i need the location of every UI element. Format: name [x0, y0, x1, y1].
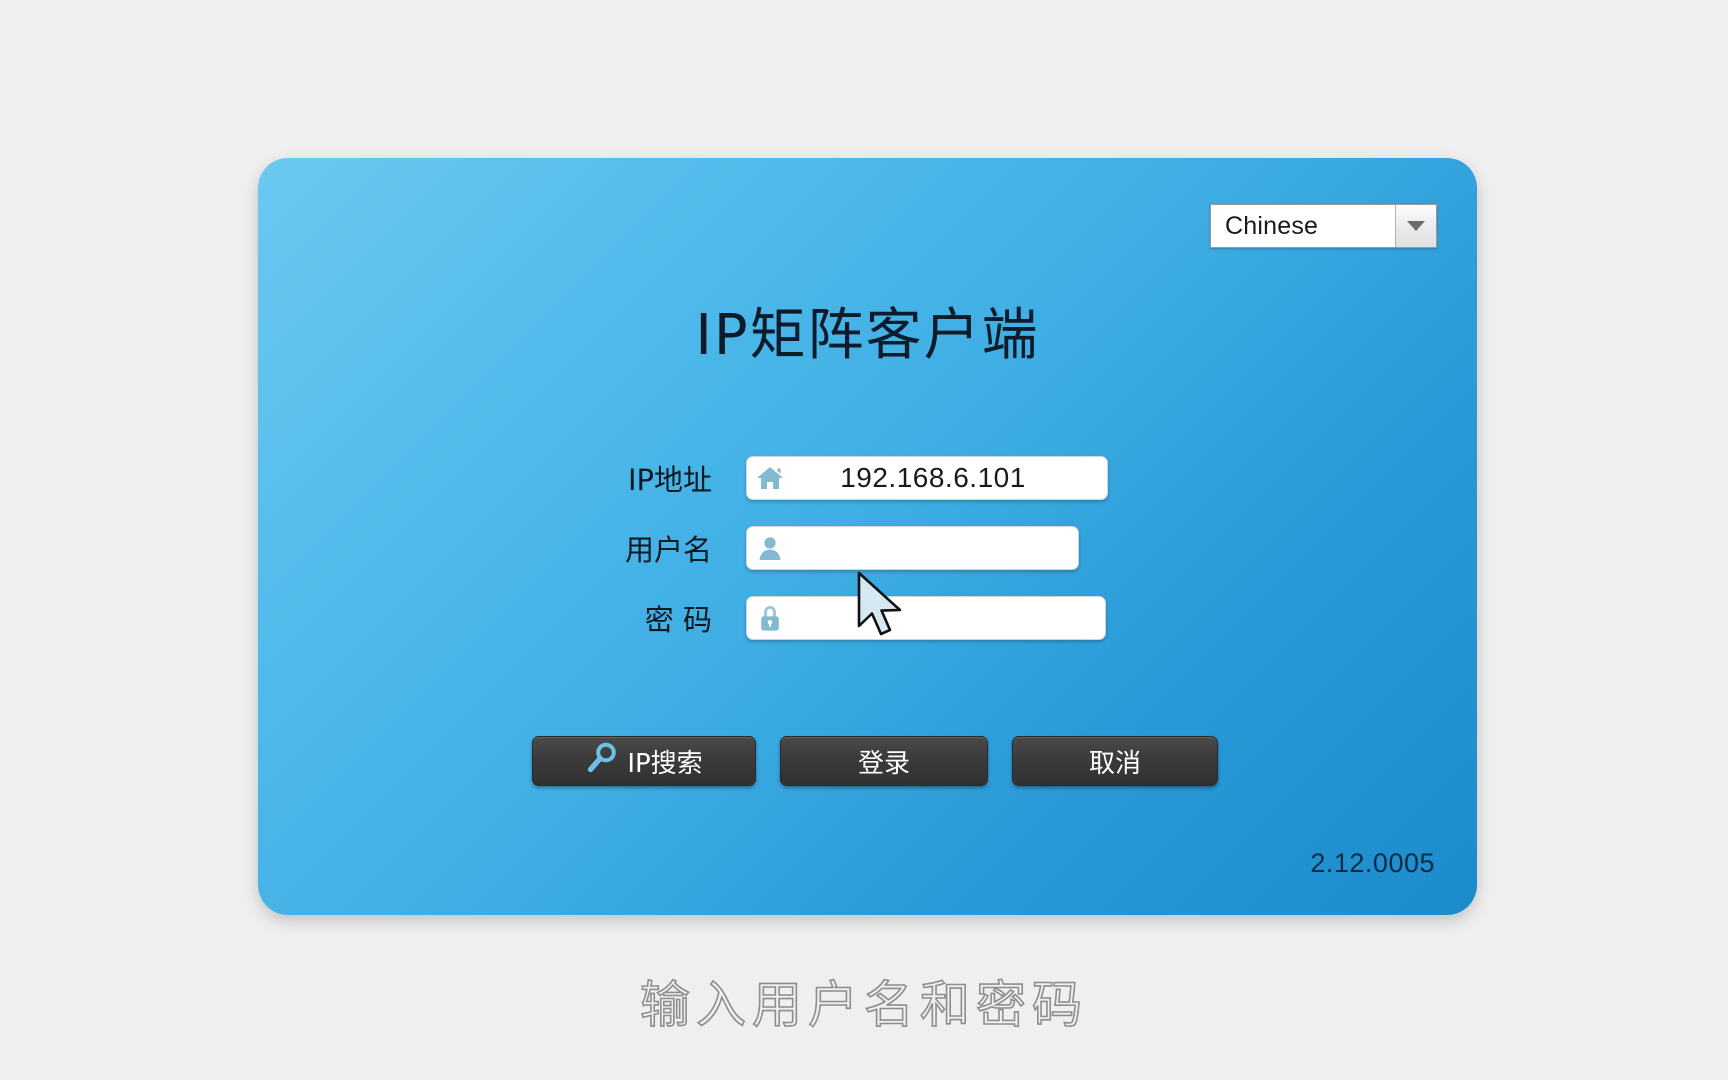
- login-button-label: 登录: [857, 748, 910, 779]
- caption-text: 输入用户名和密码: [639, 975, 1088, 1035]
- version-label: 2.12.0005: [1310, 848, 1435, 878]
- ip-address-value[interactable]: 192.168.6.101: [793, 462, 1107, 494]
- language-select-arrow-button[interactable]: [1395, 205, 1436, 247]
- page-title: IP矩阵客户端: [695, 303, 1040, 368]
- cancel-button[interactable]: 取消: [1012, 736, 1218, 786]
- user-icon: [747, 527, 793, 569]
- language-select[interactable]: Chinese: [1210, 204, 1437, 248]
- ip-search-button-label: IP搜索: [627, 748, 703, 779]
- login-form: IP地址 192.168.6.101 用户名 密 码: [258, 443, 1477, 653]
- username-label: 用户名: [624, 533, 712, 567]
- home-icon: [747, 457, 793, 499]
- password-input[interactable]: [746, 596, 1106, 640]
- form-row-ip-address: IP地址 192.168.6.101: [258, 443, 1477, 513]
- ip-search-button[interactable]: IP搜索: [532, 736, 756, 786]
- ip-address-label: IP地址: [627, 463, 712, 497]
- ip-address-input[interactable]: 192.168.6.101: [746, 456, 1108, 500]
- form-row-username: 用户名: [258, 513, 1477, 583]
- chevron-down-icon: [1407, 221, 1425, 231]
- lock-icon: [747, 597, 793, 639]
- login-panel: Chinese IP矩阵客户端 IP地址 192.168.6.101 用户名 密…: [258, 158, 1477, 915]
- cancel-button-label: 取消: [1088, 748, 1141, 779]
- magnifier-icon: [585, 741, 619, 782]
- username-input[interactable]: [746, 526, 1079, 570]
- language-select-value[interactable]: Chinese: [1211, 205, 1395, 247]
- password-label: 密 码: [644, 603, 712, 637]
- form-row-password: 密 码: [258, 583, 1477, 653]
- app-root: Chinese IP矩阵客户端 IP地址 192.168.6.101 用户名 密…: [0, 0, 1728, 1080]
- login-button[interactable]: 登录: [780, 736, 988, 786]
- button-row: IP搜索 登录 取消: [532, 736, 1218, 786]
